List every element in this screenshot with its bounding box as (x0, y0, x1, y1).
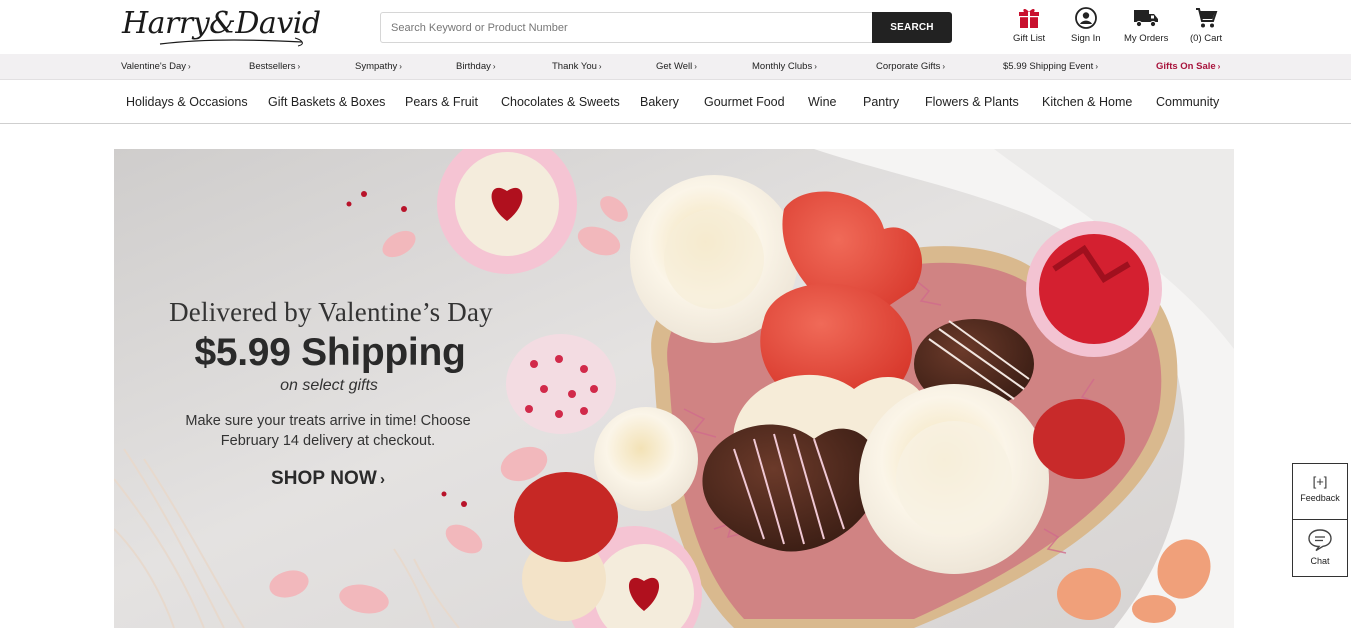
hero-copy: Delivered by Valentine’s Day $5.99 Shipp… (114, 297, 534, 490)
promo-item-label: Thank You (552, 61, 597, 72)
chevron-right-icon: › (492, 62, 496, 71)
promo-item-thank-you[interactable]: Thank You › (552, 61, 602, 72)
gift-list-link[interactable]: Gift List (1013, 6, 1045, 44)
chevron-right-icon: › (814, 62, 817, 71)
promo-item-label: Sympathy (355, 61, 398, 72)
promo-item-birthday[interactable]: Birthday › (456, 61, 496, 72)
search-bar: SEARCH (380, 12, 952, 43)
cart-icon (1196, 8, 1218, 28)
promo-item-get-well[interactable]: Get Well › (656, 61, 697, 72)
brand-logo[interactable]: Harry&David (120, 4, 321, 48)
promo-item-label: Get Well (656, 61, 693, 72)
promo-item-label: $5.99 Shipping Event (1003, 61, 1094, 72)
chevron-right-icon: › (399, 62, 402, 71)
nav-item-kitchen-home[interactable]: Kitchen & Home (1042, 95, 1132, 109)
promo-item-label: Valentine's Day (121, 61, 187, 72)
promo-item-label: Birthday (456, 61, 491, 72)
nav-item-gourmet-food[interactable]: Gourmet Food (704, 95, 785, 109)
cart-link[interactable]: (0) Cart (1190, 6, 1222, 44)
promo-item-sympathy[interactable]: Sympathy › (355, 61, 402, 72)
promo-item-label: Corporate Gifts (876, 61, 941, 72)
promo-item-valentines-day[interactable]: Valentine's Day › (121, 61, 191, 72)
hero-body: Make sure your treats arrive in time! Ch… (122, 411, 534, 451)
nav-item-pantry[interactable]: Pantry (863, 95, 899, 109)
sign-in-link[interactable]: Sign In (1071, 6, 1101, 44)
nav-item-pears-fruit[interactable]: Pears & Fruit (405, 95, 478, 109)
truck-icon (1134, 10, 1159, 28)
chevron-right-icon: › (188, 62, 191, 71)
nav-item-holidays-occasions[interactable]: Holidays & Occasions (126, 95, 248, 109)
promo-nav-bar: Valentine's Day › Bestsellers › Sympathy › … (0, 54, 1351, 80)
promo-item-label: Gifts On Sale (1156, 61, 1216, 72)
main-category-nav: Holidays & Occasions Gift Baskets & Boxe… (0, 81, 1351, 124)
search-input[interactable] (381, 13, 872, 42)
chevron-right-icon: › (598, 62, 602, 71)
chevron-right-icon: › (1095, 62, 1098, 71)
chat-label: Chat (1310, 556, 1330, 566)
hero-body-line1: Make sure your treats arrive in time! Ch… (185, 413, 471, 429)
chevron-right-icon: › (942, 62, 946, 71)
cart-label: (0) Cart (1190, 33, 1223, 44)
feedback-icon: [+] (1312, 474, 1328, 489)
nav-item-bakery[interactable]: Bakery (640, 95, 679, 109)
hero-eyebrow: Delivered by Valentine’s Day (169, 297, 493, 327)
my-orders-label: My Orders (1124, 33, 1169, 44)
nav-item-wine[interactable]: Wine (808, 95, 836, 109)
nav-item-gift-baskets-boxes[interactable]: Gift Baskets & Boxes (268, 95, 385, 109)
hero-banner[interactable]: Delivered by Valentine’s Day $5.99 Shipp… (114, 149, 1234, 628)
promo-item-bestsellers[interactable]: Bestsellers › (249, 61, 300, 72)
chevron-right-icon: › (297, 62, 301, 71)
search-button[interactable]: SEARCH (872, 12, 952, 43)
feedback-button[interactable]: [+] Feedback (1292, 463, 1348, 520)
gift-icon (1019, 8, 1040, 28)
hero-headline: $5.99 Shipping (194, 331, 466, 374)
promo-item-shipping-event[interactable]: $5.99 Shipping Event › (1003, 61, 1098, 72)
hero-subhead: on select gifts (280, 377, 378, 394)
chat-button[interactable]: Chat (1292, 520, 1348, 577)
user-icon (1074, 7, 1097, 29)
promo-item-corporate-gifts[interactable]: Corporate Gifts › (876, 61, 945, 72)
chevron-right-icon: › (379, 471, 386, 488)
promo-item-label: Bestsellers (249, 61, 296, 72)
shop-now-link[interactable]: SHOP NOW › (271, 468, 385, 490)
chevron-right-icon: › (1217, 62, 1221, 71)
site-header: Harry&David SEARCH Gift List Sign In (0, 0, 1351, 54)
nav-item-chocolates-sweets[interactable]: Chocolates & Sweets (501, 95, 620, 109)
logo-swash-icon (159, 37, 303, 47)
my-orders-link[interactable]: My Orders (1124, 6, 1168, 44)
sign-in-label: Sign In (1071, 33, 1101, 44)
promo-item-monthly-clubs[interactable]: Monthly Clubs › (752, 61, 817, 72)
chat-bubble-icon (1308, 529, 1332, 552)
feedback-label: Feedback (1300, 493, 1340, 503)
promo-item-label: Monthly Clubs (752, 61, 813, 72)
nav-item-flowers-plants[interactable]: Flowers & Plants (925, 95, 1019, 109)
hero-body-line2: February 14 delivery at checkout. (220, 433, 436, 449)
shop-now-label: SHOP NOW (270, 468, 377, 489)
promo-item-gifts-on-sale[interactable]: Gifts On Sale › (1156, 61, 1220, 72)
nav-item-community[interactable]: Community (1156, 95, 1219, 109)
gift-list-label: Gift List (1013, 33, 1046, 44)
chevron-right-icon: › (694, 62, 697, 71)
